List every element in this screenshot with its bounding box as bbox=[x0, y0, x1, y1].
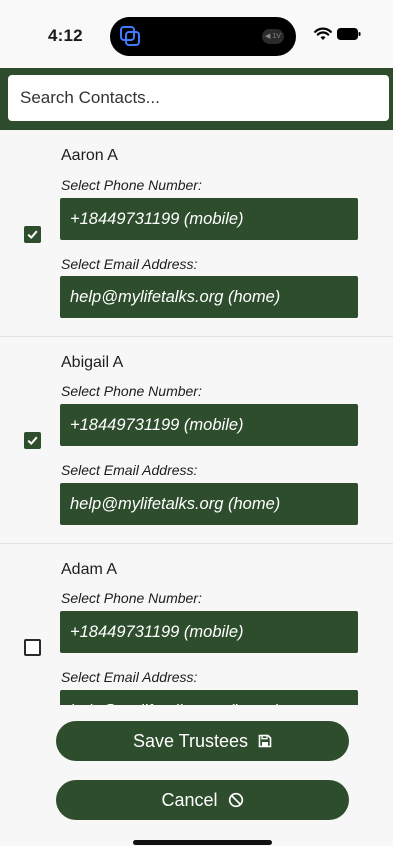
battery-icon bbox=[337, 28, 361, 40]
phone-select[interactable]: +18449731199 (mobile) bbox=[60, 198, 358, 240]
status-time: 4:12 bbox=[48, 26, 83, 45]
contact-name: Aaron A bbox=[61, 147, 118, 164]
contact-item: Abigail A Select Phone Number: +18449731… bbox=[0, 337, 393, 544]
cancel-button-label: Cancel bbox=[161, 789, 218, 810]
status-bar: 4:12 ◀ 1V bbox=[0, 0, 393, 68]
search-bar bbox=[0, 68, 393, 130]
phone-select[interactable]: +18449731199 (mobile) bbox=[60, 404, 358, 446]
email-select[interactable]: help@mylifetalks.org (home) bbox=[60, 483, 358, 525]
cancel-button[interactable]: Cancel bbox=[56, 780, 349, 820]
email-select[interactable]: help@mylifetalks.org (home) bbox=[60, 276, 358, 318]
contact-name: Adam A bbox=[61, 561, 118, 578]
checkmark-icon bbox=[27, 230, 38, 240]
save-button-label: Save Trustees bbox=[132, 730, 249, 751]
checkmark-icon bbox=[27, 436, 38, 446]
contact-checkbox[interactable] bbox=[24, 226, 41, 243]
wifi-icon bbox=[314, 27, 332, 40]
email-label: Select Email Address: bbox=[61, 256, 198, 272]
email-select[interactable]: help@mylifetalks.org (home) bbox=[60, 690, 358, 705]
audio-badge: ◀ 1V bbox=[262, 29, 284, 44]
contact-item: Aaron A Select Phone Number: +1844973119… bbox=[0, 130, 393, 337]
phone-select[interactable]: +18449731199 (mobile) bbox=[60, 611, 358, 653]
email-label: Select Email Address: bbox=[61, 669, 198, 685]
cancel-icon bbox=[228, 792, 243, 808]
phone-label: Select Phone Number: bbox=[61, 177, 202, 193]
action-footer: Save Trustees Cancel bbox=[0, 705, 393, 846]
home-indicator bbox=[133, 840, 272, 845]
dynamic-island: ◀ 1V bbox=[110, 17, 296, 56]
save-icon bbox=[258, 734, 272, 748]
phone-label: Select Phone Number: bbox=[61, 590, 202, 606]
email-label: Select Email Address: bbox=[61, 462, 198, 478]
phone-label: Select Phone Number: bbox=[61, 383, 202, 399]
contact-list[interactable]: Aaron A Select Phone Number: +1844973119… bbox=[0, 130, 393, 705]
contact-checkbox[interactable] bbox=[24, 639, 41, 656]
contact-name: Abigail A bbox=[61, 354, 124, 371]
contact-item: Adam A Select Phone Number: +18449731199… bbox=[0, 544, 393, 705]
app-switch-icon bbox=[120, 26, 140, 46]
search-input[interactable] bbox=[8, 75, 389, 121]
save-trustees-button[interactable]: Save Trustees bbox=[56, 721, 349, 761]
contact-checkbox[interactable] bbox=[24, 432, 41, 449]
